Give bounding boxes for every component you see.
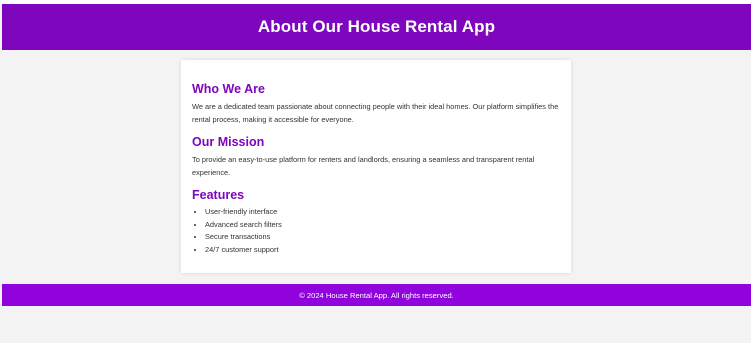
who-we-are-heading: Who We Are: [192, 82, 265, 96]
feature-item: Advanced search filters: [205, 219, 561, 232]
page-header: About Our House Rental App: [2, 4, 751, 50]
mission-text: To provide an easy-to-use platform for r…: [192, 155, 535, 177]
who-we-are-text: We are a dedicated team passionate about…: [192, 102, 559, 124]
mission-heading: Our Mission: [192, 135, 265, 149]
mission-section: Our Mission To provide an easy-to-use pl…: [192, 135, 561, 179]
features-heading: Features: [192, 188, 245, 202]
feature-item: Secure transactions: [205, 231, 561, 244]
about-card: Who We Are We are a dedicated team passi…: [181, 60, 571, 273]
page-footer: © 2024 House Rental App. All rights rese…: [2, 284, 751, 306]
feature-item: 24/7 customer support: [205, 244, 561, 257]
page-title: About Our House Rental App: [257, 17, 496, 36]
copyright-text: © 2024 House Rental App. All rights rese…: [299, 290, 454, 300]
who-we-are-section: Who We Are We are a dedicated team passi…: [192, 82, 561, 126]
feature-item: User-friendly interface: [205, 206, 561, 219]
features-section: Features User-friendly interface Advance…: [192, 188, 561, 256]
features-list: User-friendly interface Advanced search …: [192, 206, 561, 256]
